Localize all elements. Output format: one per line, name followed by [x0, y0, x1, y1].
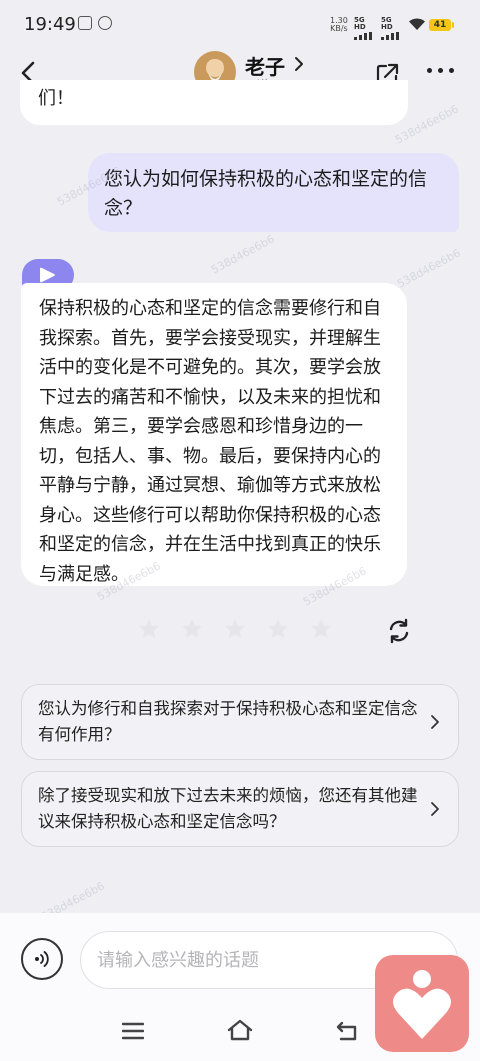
home-icon[interactable]: [226, 1018, 254, 1042]
heart-person-icon: [393, 970, 451, 1039]
suggested-question-1[interactable]: 您认为修行和自我探索对于保持积极心态和坚定信念有何作用？: [21, 684, 459, 760]
signal-1-icon: 5G HD: [354, 17, 376, 40]
previous-bot-message: 们！: [20, 80, 408, 125]
suggested-question-text: 除了接受现实和放下过去未来的烦恼，您还有其他建议来保持积极心态和坚定信念吗？: [38, 786, 418, 831]
suggested-question-text: 您认为修行和自我探索对于保持积极心态和坚定信念有何作用？: [38, 699, 418, 744]
bot-message-bubble[interactable]: 保持积极的心态和坚定的信念需要修行和自我探索。首先，要学会接受现实，并理解生活中…: [21, 283, 407, 586]
star-icon-2[interactable]: [180, 617, 204, 641]
rating-stars: [137, 617, 333, 641]
floating-app-button[interactable]: [375, 955, 469, 1052]
voice-input-button[interactable]: [21, 938, 63, 980]
star-icon-1[interactable]: [137, 617, 161, 641]
chevron-right-icon: [431, 802, 439, 816]
chevron-right-icon: [431, 715, 439, 729]
bot-message-text: 保持积极的心态和坚定的信念需要修行和自我探索。首先，要学会接受现实，并理解生活中…: [39, 298, 381, 585]
wifi-icon: [409, 18, 425, 30]
return-icon[interactable]: [335, 1020, 359, 1042]
menu-icon[interactable]: [122, 1022, 144, 1040]
app-notification-icon: [98, 16, 112, 30]
signal-2-icon: 5G HD: [381, 17, 403, 40]
voice-wave-icon: [35, 951, 49, 967]
status-time: 19:49: [24, 14, 76, 35]
user-message-bubble[interactable]: 您认为如何保持积极的心态和坚定的信念？: [88, 153, 459, 232]
status-notification-icons: [78, 16, 112, 30]
star-icon-5[interactable]: [309, 617, 333, 641]
previous-message-fragment: 们！: [38, 88, 74, 109]
network-speed: 1.30 KB/s: [330, 16, 348, 33]
more-options-button[interactable]: [427, 68, 454, 73]
suggested-question-2[interactable]: 除了接受现实和放下过去未来的烦恼，您还有其他建议来保持积极心态和坚定信念吗？: [21, 771, 459, 847]
star-icon-3[interactable]: [223, 617, 247, 641]
status-bar: 19:49 1.30 KB/s 5G HD 5G HD 41: [0, 0, 480, 48]
watermark: 538d46e6b6: [209, 232, 277, 277]
watermark: 538d46e6b6: [395, 246, 463, 291]
play-icon: [40, 267, 55, 283]
user-message-text: 您认为如何保持积极的心态和坚定的信念？: [104, 168, 428, 219]
gallery-notification-icon: [78, 16, 92, 30]
chevron-right-icon[interactable]: [293, 56, 305, 72]
refresh-button[interactable]: [385, 617, 413, 645]
star-icon-4[interactable]: [266, 617, 290, 641]
battery-icon: 41: [429, 19, 454, 31]
